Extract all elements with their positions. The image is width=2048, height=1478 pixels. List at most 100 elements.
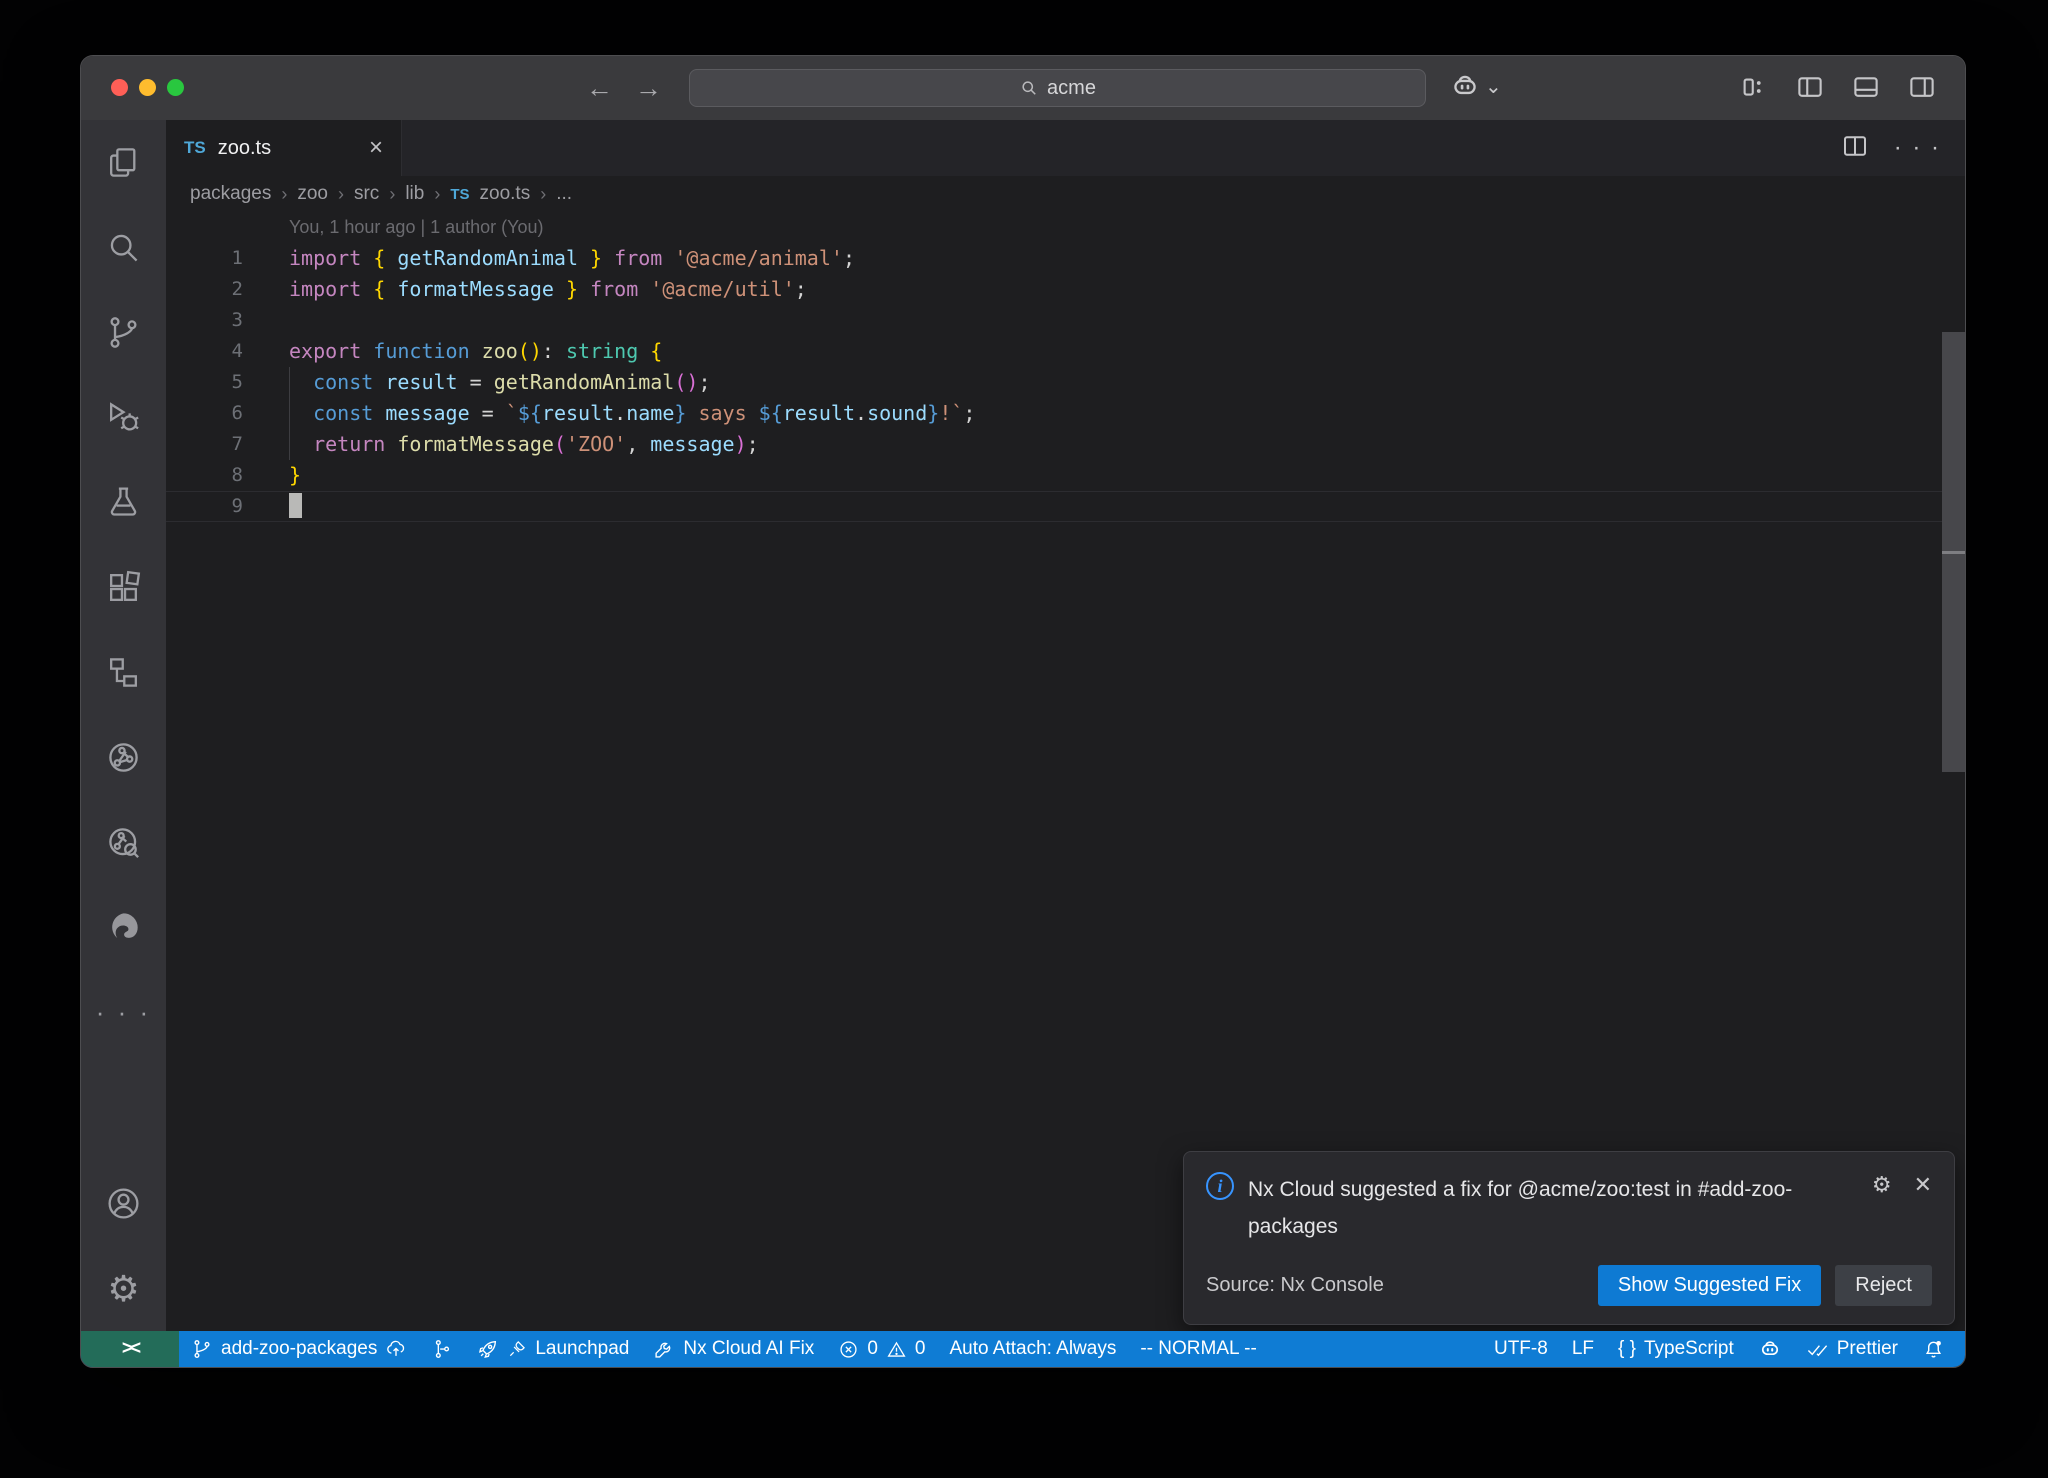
settings-gear-icon[interactable]: ⚙ — [81, 1246, 166, 1331]
code-line[interactable]: 5 const result = getRandomAnimal(); — [166, 367, 1965, 398]
branch-name: add-zoo-packages — [221, 1338, 377, 1360]
tab-label: zoo.ts — [218, 137, 271, 160]
notification-settings-gear-icon[interactable]: ⚙ — [1872, 1172, 1892, 1246]
code-line[interactable]: 2import { formatMessage } from '@acme/ut… — [166, 274, 1965, 305]
maximize-window-button[interactable] — [167, 79, 184, 96]
info-icon: i — [1206, 1172, 1234, 1200]
status-bar: >< add-zoo-packages Launchpad Nx Cloud A… — [81, 1331, 1965, 1367]
breadcrumb-item[interactable]: lib — [405, 183, 424, 205]
nx-console-icon[interactable] — [81, 630, 166, 715]
nx-cloud-ai-fix-item[interactable]: Nx Cloud AI Fix — [641, 1331, 826, 1367]
more-actions-icon[interactable]: · · · — [1894, 134, 1941, 162]
toggle-secondary-sidebar-button[interactable] — [1905, 70, 1939, 104]
line-number: 8 — [166, 460, 243, 491]
warning-count: 0 — [915, 1338, 926, 1360]
problems-item[interactable]: 0 0 — [826, 1331, 937, 1367]
auto-attach-label: Auto Attach: Always — [949, 1338, 1116, 1360]
commit-graph-icon — [431, 1338, 453, 1360]
copilot-icon — [1449, 70, 1481, 102]
code-line[interactable]: 9 — [166, 491, 1965, 522]
account-icon[interactable] — [81, 1161, 166, 1246]
code-line[interactable]: 6 const message = `${result.name} says $… — [166, 398, 1965, 429]
chevron-right-icon: › — [389, 184, 395, 205]
line-number: 1 — [166, 243, 243, 274]
git-branch-item[interactable]: add-zoo-packages — [179, 1331, 419, 1367]
nx-project-graph-icon[interactable] — [81, 715, 166, 800]
breadcrumb-more[interactable]: ... — [556, 183, 572, 205]
search-icon[interactable] — [81, 205, 166, 290]
prettier-item[interactable]: Prettier — [1794, 1331, 1910, 1367]
copilot-menu[interactable]: ⌄ — [1449, 70, 1502, 102]
back-icon[interactable]: ← — [586, 73, 613, 104]
remote-indicator[interactable]: >< — [81, 1331, 179, 1367]
remote-icon: >< — [122, 1338, 138, 1360]
split-editor-icon[interactable] — [1840, 131, 1870, 166]
command-center-search[interactable]: acme — [689, 69, 1426, 107]
code-line[interactable]: 3 — [166, 305, 1965, 336]
code-line[interactable]: 8} — [166, 460, 1965, 491]
errors-icon — [838, 1339, 859, 1360]
braces-icon: { } — [1618, 1338, 1636, 1360]
line-number: 2 — [166, 274, 243, 305]
line-number: 5 — [166, 367, 243, 398]
notifications-item[interactable] — [1910, 1331, 1957, 1367]
breadcrumb-item[interactable]: packages — [190, 183, 271, 205]
line-number: 3 — [166, 305, 243, 336]
launchpad-label: Launchpad — [535, 1338, 629, 1360]
notification-message: Nx Cloud suggested a fix for @acme/zoo:t… — [1248, 1172, 1818, 1246]
copilot-status-item[interactable] — [1746, 1331, 1794, 1367]
toggle-sidebar-button[interactable] — [1793, 70, 1827, 104]
edge-browser-icon[interactable] — [81, 885, 166, 970]
source-control-icon[interactable] — [81, 290, 166, 375]
breadcrumb-item[interactable]: zoo — [297, 183, 328, 205]
vim-mode-item[interactable]: -- NORMAL -- — [1128, 1331, 1268, 1367]
line-number: 6 — [166, 398, 243, 429]
close-window-button[interactable] — [111, 79, 128, 96]
auto-attach-item[interactable]: Auto Attach: Always — [937, 1331, 1128, 1367]
vim-mode-label: -- NORMAL -- — [1140, 1338, 1256, 1360]
more-views-icon[interactable]: · · · — [81, 970, 166, 1055]
rocket-icon — [477, 1338, 499, 1360]
nx-project-details-icon[interactable] — [81, 800, 166, 885]
customize-layout-button[interactable] — [1737, 70, 1771, 104]
chevron-right-icon: › — [338, 184, 344, 205]
code-lines[interactable]: 1import { getRandomAnimal } from '@acme/… — [166, 243, 1965, 522]
code-line[interactable]: 4 export function zoo(): string { — [166, 336, 1965, 367]
nx-fix-label: Nx Cloud AI Fix — [683, 1338, 814, 1360]
breadcrumb-item[interactable]: zoo.ts — [480, 183, 531, 205]
text-cursor — [289, 493, 302, 518]
breadcrumb: packages › zoo › src › lib › TS zoo.ts ›… — [166, 176, 1965, 212]
extensions-icon[interactable] — [81, 545, 166, 630]
code-text: export function zoo(): string { — [289, 336, 1965, 367]
line-number: 4 — [166, 336, 243, 367]
reject-button[interactable]: Reject — [1835, 1265, 1932, 1306]
typescript-file-icon: TS — [450, 186, 469, 203]
source-control-graph-item[interactable] — [419, 1331, 465, 1367]
forward-icon[interactable]: → — [635, 73, 662, 104]
prettier-label: Prettier — [1837, 1338, 1898, 1360]
wrench-icon — [653, 1338, 675, 1360]
code-line[interactable]: 7 return formatMessage('ZOO', message); — [166, 429, 1965, 460]
language-label: TypeScript — [1644, 1338, 1734, 1360]
eol-item[interactable]: LF — [1560, 1331, 1606, 1367]
toggle-panel-button[interactable] — [1849, 70, 1883, 104]
code-line[interactable]: 1import { getRandomAnimal } from '@acme/… — [166, 243, 1965, 274]
show-suggested-fix-button[interactable]: Show Suggested Fix — [1598, 1265, 1821, 1306]
breadcrumb-item[interactable]: src — [354, 183, 379, 205]
minimize-window-button[interactable] — [139, 79, 156, 96]
explorer-icon[interactable] — [81, 120, 166, 205]
search-icon — [1019, 78, 1039, 98]
git-branch-icon — [191, 1338, 213, 1360]
window-controls — [111, 79, 184, 96]
line-number: 7 — [166, 429, 243, 460]
launchpad-item[interactable]: Launchpad — [465, 1331, 641, 1367]
error-count: 0 — [867, 1338, 878, 1360]
testing-icon[interactable] — [81, 460, 166, 545]
close-tab-icon[interactable]: × — [369, 134, 383, 162]
run-debug-icon[interactable] — [81, 375, 166, 460]
notification-source: Source: Nx Console — [1206, 1274, 1384, 1297]
tab-zoo-ts[interactable]: TS zoo.ts × — [166, 120, 402, 176]
notification-close-icon[interactable]: ✕ — [1914, 1172, 1932, 1246]
language-mode-item[interactable]: { } TypeScript — [1606, 1331, 1746, 1367]
encoding-item[interactable]: UTF-8 — [1482, 1331, 1560, 1367]
